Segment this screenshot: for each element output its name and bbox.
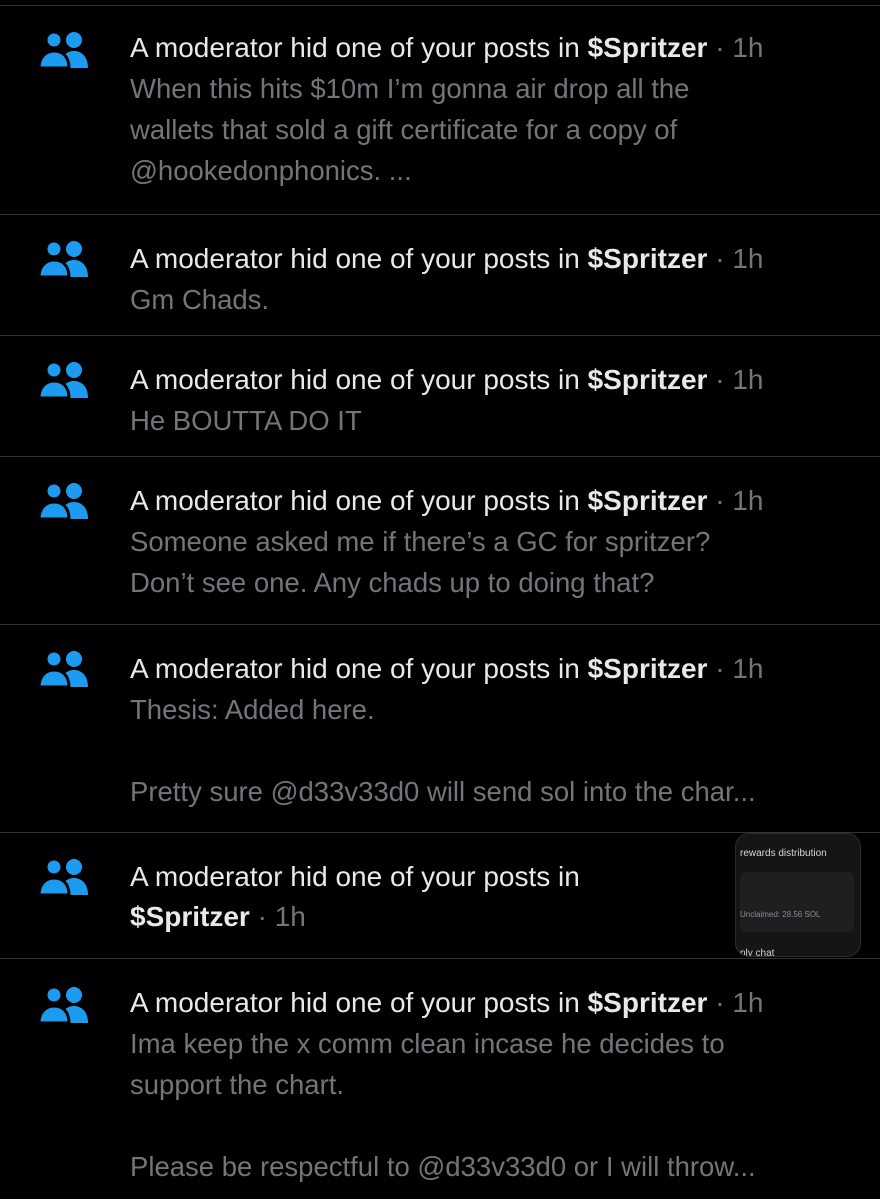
community-icon: [38, 360, 92, 400]
community-icon: [38, 649, 92, 689]
separator-dot: ·: [715, 987, 725, 1018]
separator-dot: ·: [715, 243, 725, 274]
notification-headline: A moderator hid one of your posts in $Sp…: [130, 28, 856, 68]
notification-action: A moderator hid one of your posts in: [130, 861, 580, 892]
notification-item[interactable]: A moderator hid one of your posts in $Sp…: [0, 335, 880, 456]
community-link[interactable]: $Spritzer: [588, 653, 708, 684]
notification-headline: A moderator hid one of your posts in $Sp…: [130, 649, 856, 689]
media-thumbnail[interactable]: rewards distribution Unclaimed: 28.56 SO…: [735, 833, 861, 957]
community-link[interactable]: $Spritzer: [130, 901, 250, 932]
post-preview: Ima keep the x comm clean incase he deci…: [130, 1028, 756, 1182]
timestamp: 1h: [732, 243, 764, 274]
timestamp: 1h: [274, 901, 306, 932]
community-link[interactable]: $Spritzer: [588, 32, 708, 63]
notification-action: A moderator hid one of your posts in: [130, 987, 580, 1018]
community-icon: [38, 481, 92, 521]
post-preview: Someone asked me if there’s a GC for spr…: [130, 526, 711, 598]
separator-dot: ·: [715, 653, 725, 684]
notification-item[interactable]: A moderator hid one of your posts in $Sp…: [0, 832, 880, 958]
thumbnail-title: rewards distribution: [740, 848, 827, 859]
timestamp: 1h: [732, 653, 764, 684]
timestamp: 1h: [732, 364, 764, 395]
community-icon: [38, 985, 92, 1025]
notification-item[interactable]: A moderator hid one of your posts in $Sp…: [0, 958, 880, 1199]
community-link[interactable]: $Spritzer: [588, 364, 708, 395]
notification-item[interactable]: A moderator hid one of your posts in $Sp…: [0, 624, 880, 833]
notification-action: A moderator hid one of your posts in: [130, 364, 580, 395]
notification-action: A moderator hid one of your posts in: [130, 243, 580, 274]
notification-headline: A moderator hid one of your posts in $Sp…: [130, 857, 720, 937]
thumbnail-footer: ply chat: [740, 948, 775, 957]
timestamp: 1h: [732, 32, 764, 63]
timestamp: 1h: [732, 987, 764, 1018]
post-preview: Gm Chads.: [130, 284, 270, 315]
post-preview: He BOUTTA DO IT: [130, 405, 362, 436]
community-icon: [38, 30, 92, 70]
notification-action: A moderator hid one of your posts in: [130, 485, 580, 516]
thumbnail-card: [740, 872, 854, 932]
post-preview: Thesis: Added here. Pretty sure @d33v33d…: [130, 694, 756, 807]
community-link[interactable]: $Spritzer: [588, 485, 708, 516]
notification-item[interactable]: A moderator hid one of your posts in $Sp…: [0, 5, 880, 215]
notification-action: A moderator hid one of your posts in: [130, 32, 580, 63]
notification-headline: A moderator hid one of your posts in $Sp…: [130, 239, 856, 279]
post-preview: When this hits $10m I’m gonna air drop a…: [130, 73, 690, 186]
community-link[interactable]: $Spritzer: [588, 987, 708, 1018]
separator-dot: ·: [715, 485, 725, 516]
separator-dot: ·: [257, 901, 267, 932]
timestamp: 1h: [732, 485, 764, 516]
notification-headline: A moderator hid one of your posts in $Sp…: [130, 481, 856, 521]
community-icon: [38, 239, 92, 279]
notification-headline: A moderator hid one of your posts in $Sp…: [130, 983, 856, 1023]
community-link[interactable]: $Spritzer: [588, 243, 708, 274]
notification-headline: A moderator hid one of your posts in $Sp…: [130, 360, 856, 400]
separator-dot: ·: [715, 364, 725, 395]
notification-item[interactable]: A moderator hid one of your posts in $Sp…: [0, 456, 880, 625]
notification-item[interactable]: A moderator hid one of your posts in $Sp…: [0, 214, 880, 335]
notification-action: A moderator hid one of your posts in: [130, 653, 580, 684]
separator-dot: ·: [715, 32, 725, 63]
community-icon: [38, 857, 92, 897]
thumbnail-unclaimed: Unclaimed: 28.56 SOL: [740, 910, 821, 919]
